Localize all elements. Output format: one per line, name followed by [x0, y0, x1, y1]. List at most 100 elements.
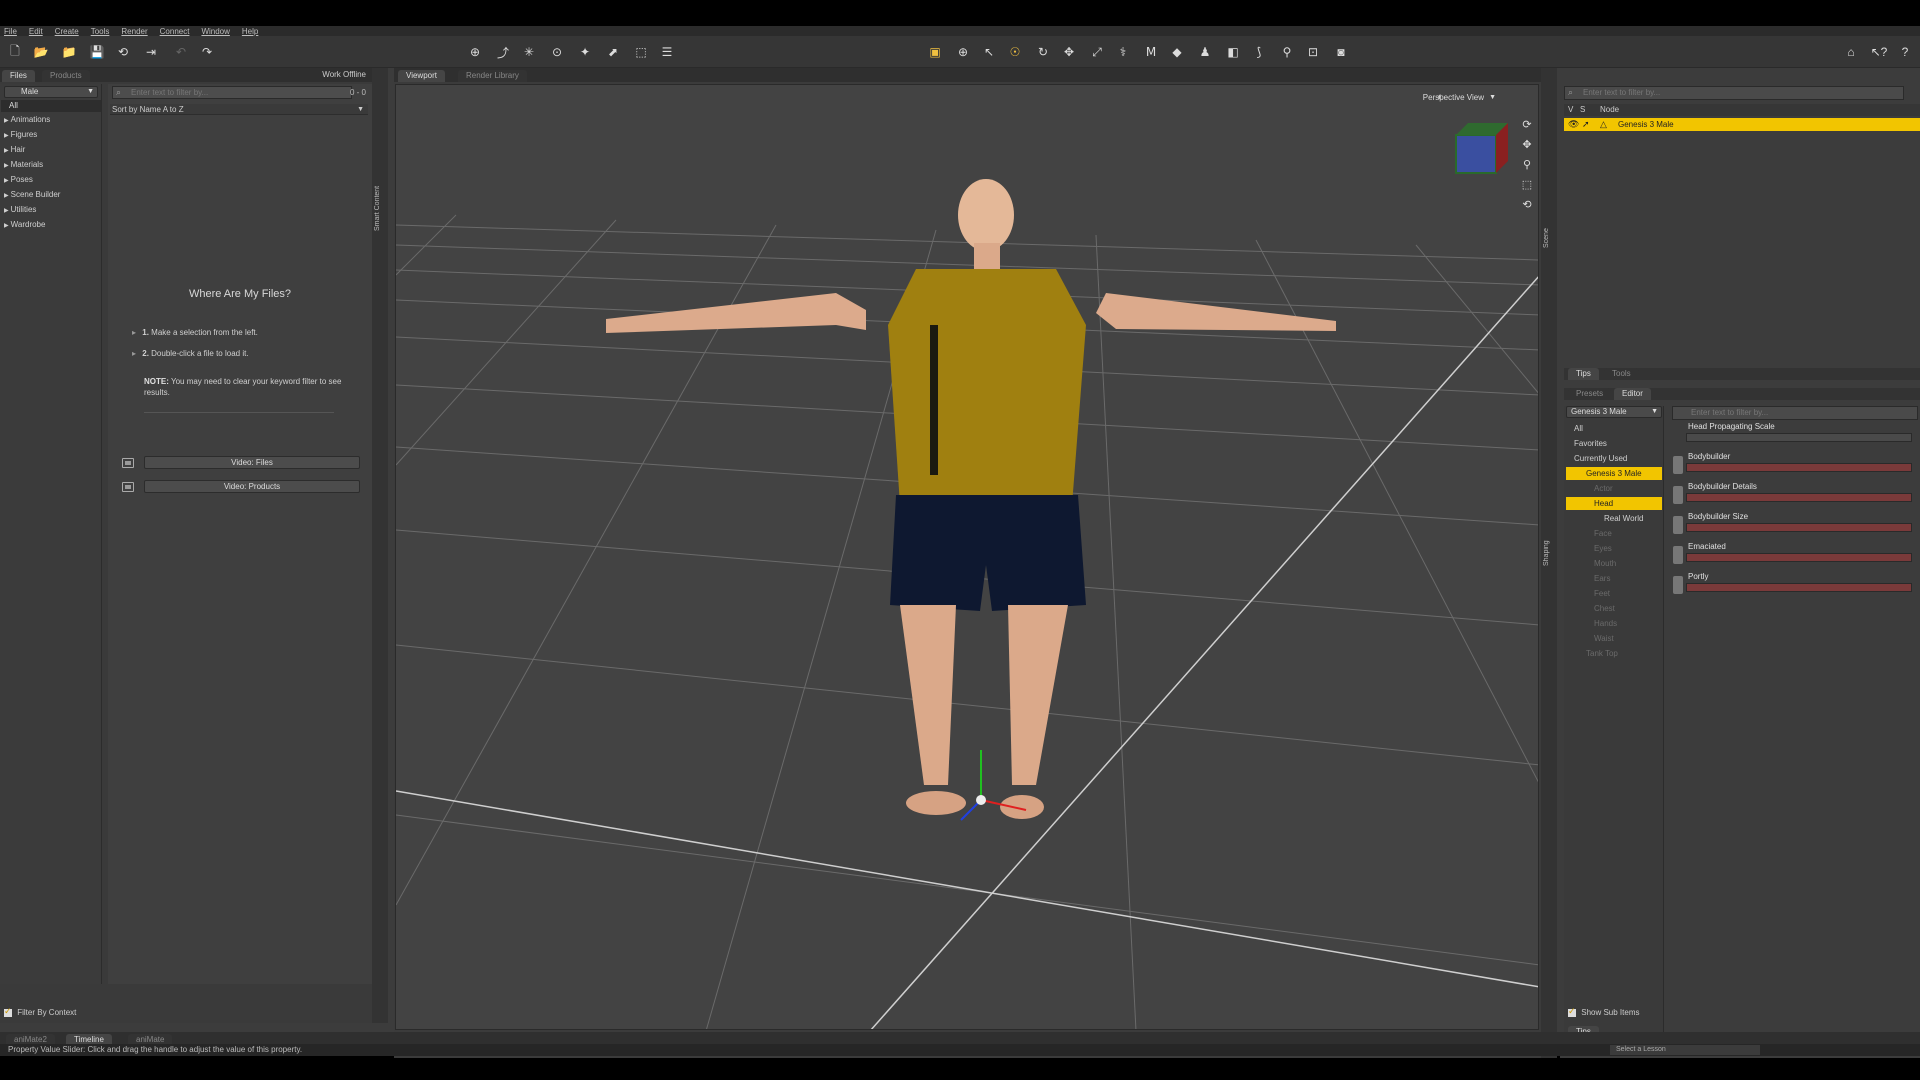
slider-track[interactable]: [1686, 523, 1912, 532]
tree-genesis-3-male[interactable]: Genesis 3 Male: [1566, 467, 1662, 480]
3d-viewport-canvas[interactable]: Perspective View ▼ ◐ ⟳ ✥ ⚲ ⬚ ⟲: [395, 84, 1539, 1030]
show-sub-items-checkbox[interactable]: Show Sub Items: [1568, 1006, 1639, 1017]
tab-smart-content[interactable]: Smart Content: [374, 168, 386, 248]
lesson-dropdown[interactable]: Select a Lesson: [1610, 1045, 1760, 1055]
save-icon[interactable]: 💾: [88, 43, 106, 61]
tab-shaping[interactable]: Shaping: [1543, 528, 1555, 578]
video-files-button[interactable]: Video: Files: [144, 456, 360, 469]
category-wardrobe[interactable]: Wardrobe: [4, 219, 46, 231]
eye-icon[interactable]: 👁: [1568, 118, 1579, 131]
scene-filter-input[interactable]: Enter text to filter by...: [1564, 86, 1904, 100]
video-products-button[interactable]: Video: Products: [144, 480, 360, 493]
slider-track[interactable]: [1686, 433, 1912, 442]
tree-chest[interactable]: Chest: [1566, 602, 1662, 615]
node-select-icon[interactable]: ↖: [980, 43, 998, 61]
property-slider[interactable]: Portly: [1672, 572, 1920, 600]
active-pose-icon[interactable]: ☉: [1006, 43, 1024, 61]
pan-icon[interactable]: ✥: [1520, 135, 1534, 155]
merge-folder-icon[interactable]: 📁: [60, 43, 78, 61]
category-dropdown[interactable]: Male ▼: [4, 86, 98, 98]
category-utilities[interactable]: Utilities: [4, 204, 37, 216]
scene-node-row[interactable]: 👁 ➚ △ Genesis 3 Male: [1564, 118, 1920, 131]
deform-icon[interactable]: ◆: [1168, 43, 1186, 61]
surface-icon[interactable]: ⚕: [1114, 43, 1132, 61]
tree-favorites[interactable]: Favorites: [1566, 437, 1662, 450]
menu-edit[interactable]: Edit: [29, 27, 43, 36]
tree-currently-used[interactable]: Currently Used: [1566, 452, 1662, 465]
content-filter-input[interactable]: Enter text to filter by...: [112, 86, 352, 99]
view-cube[interactable]: [1455, 123, 1508, 174]
terrain-icon[interactable]: ⟆: [1250, 43, 1268, 61]
tab-scene[interactable]: Scene: [1543, 218, 1555, 258]
tree-eyes[interactable]: Eyes: [1566, 542, 1662, 555]
pointer-icon[interactable]: ➚: [1582, 118, 1590, 131]
menu-help[interactable]: Help: [242, 27, 258, 36]
view-mode-dropdown[interactable]: Perspective View ▼: [1407, 91, 1498, 105]
figure-dropdown[interactable]: Genesis 3 Male ▼: [1566, 406, 1662, 418]
menu-lines-icon[interactable]: ☰: [658, 43, 676, 61]
tab-files[interactable]: Files: [2, 70, 35, 82]
frame-icon[interactable]: ⬚: [1520, 175, 1534, 195]
zoom-icon[interactable]: ⚲: [1520, 155, 1534, 175]
tree-face[interactable]: Face: [1566, 527, 1662, 540]
export-icon[interactable]: ⇥: [142, 43, 160, 61]
category-scene-builder[interactable]: Scene Builder: [4, 189, 61, 201]
tab-viewport[interactable]: Viewport: [398, 70, 445, 82]
category-figures[interactable]: Figures: [4, 129, 38, 141]
menu-file[interactable]: File: [4, 27, 17, 36]
scale-icon[interactable]: ⤢: [1088, 43, 1106, 61]
category-materials[interactable]: Materials: [4, 159, 43, 171]
revert-icon[interactable]: ⟲: [114, 43, 132, 61]
slider-track[interactable]: [1686, 553, 1912, 562]
render-camera-icon[interactable]: ◙: [1332, 43, 1350, 61]
help-icon[interactable]: ?: [1896, 43, 1914, 61]
universal-tool-icon[interactable]: ▣: [926, 43, 944, 61]
translate-icon[interactable]: ✥: [1060, 43, 1078, 61]
joint-icon[interactable]: Ⅿ: [1142, 43, 1160, 61]
sort-dropdown[interactable]: Sort by Name A to Z ▼: [110, 104, 368, 115]
work-offline-button[interactable]: Work Offline: [322, 69, 366, 81]
filter-by-context-checkbox[interactable]: Filter By Context: [4, 1006, 76, 1017]
draw-style-icon[interactable]: ◐: [1437, 91, 1444, 103]
tree-mouth[interactable]: Mouth: [1566, 557, 1662, 570]
weight-map-icon[interactable]: ⤴: [494, 43, 512, 61]
category-poses[interactable]: Poses: [4, 174, 33, 186]
category-all[interactable]: All: [1, 100, 101, 112]
tree-actor[interactable]: Actor: [1566, 482, 1662, 495]
category-animations[interactable]: Animations: [4, 114, 51, 126]
rotate-icon[interactable]: ↻: [1034, 43, 1052, 61]
orbit-icon[interactable]: ⟳: [1520, 115, 1534, 135]
geometry-editor-icon[interactable]: ⊙: [548, 43, 566, 61]
slider-track[interactable]: [1686, 493, 1912, 502]
property-slider[interactable]: Bodybuilder Size: [1672, 512, 1920, 540]
menu-render[interactable]: Render: [121, 27, 147, 36]
polyline-icon[interactable]: ⬚: [632, 43, 650, 61]
undo-icon[interactable]: ↶: [172, 43, 190, 61]
menu-window[interactable]: Window: [201, 27, 229, 36]
property-slider[interactable]: Bodybuilder: [1672, 452, 1920, 480]
brush-icon[interactable]: ⚲: [1278, 43, 1296, 61]
figure-pose-icon[interactable]: ♟: [1196, 43, 1214, 61]
property-slider[interactable]: Head Propagating Scale: [1672, 422, 1920, 450]
tab-products[interactable]: Products: [42, 70, 90, 82]
menu-connect[interactable]: Connect: [160, 27, 190, 36]
tab-tips[interactable]: Tips: [1568, 368, 1599, 380]
whats-this-icon[interactable]: ↖?: [1870, 43, 1888, 61]
tab-render-library[interactable]: Render Library: [458, 70, 527, 82]
tree-waist[interactable]: Waist: [1566, 632, 1662, 645]
tree-head[interactable]: Head: [1566, 497, 1662, 510]
tree-all[interactable]: All: [1566, 422, 1662, 435]
category-hair[interactable]: Hair: [4, 144, 26, 156]
region-tool-icon[interactable]: ⬈: [604, 43, 622, 61]
open-folder-icon[interactable]: 📂: [32, 43, 50, 61]
slider-track[interactable]: [1686, 463, 1912, 472]
tree-real-world[interactable]: Real World: [1566, 512, 1662, 525]
home-icon[interactable]: ⌂: [1842, 43, 1860, 61]
tree-tank-top[interactable]: Tank Top: [1566, 647, 1662, 660]
light-icon[interactable]: ◧: [1224, 43, 1242, 61]
node-weight-icon[interactable]: ✳: [520, 43, 538, 61]
slider-track[interactable]: [1686, 583, 1912, 592]
property-slider[interactable]: Emaciated: [1672, 542, 1920, 570]
menu-tools[interactable]: Tools: [91, 27, 110, 36]
property-slider[interactable]: Bodybuilder Details: [1672, 482, 1920, 510]
